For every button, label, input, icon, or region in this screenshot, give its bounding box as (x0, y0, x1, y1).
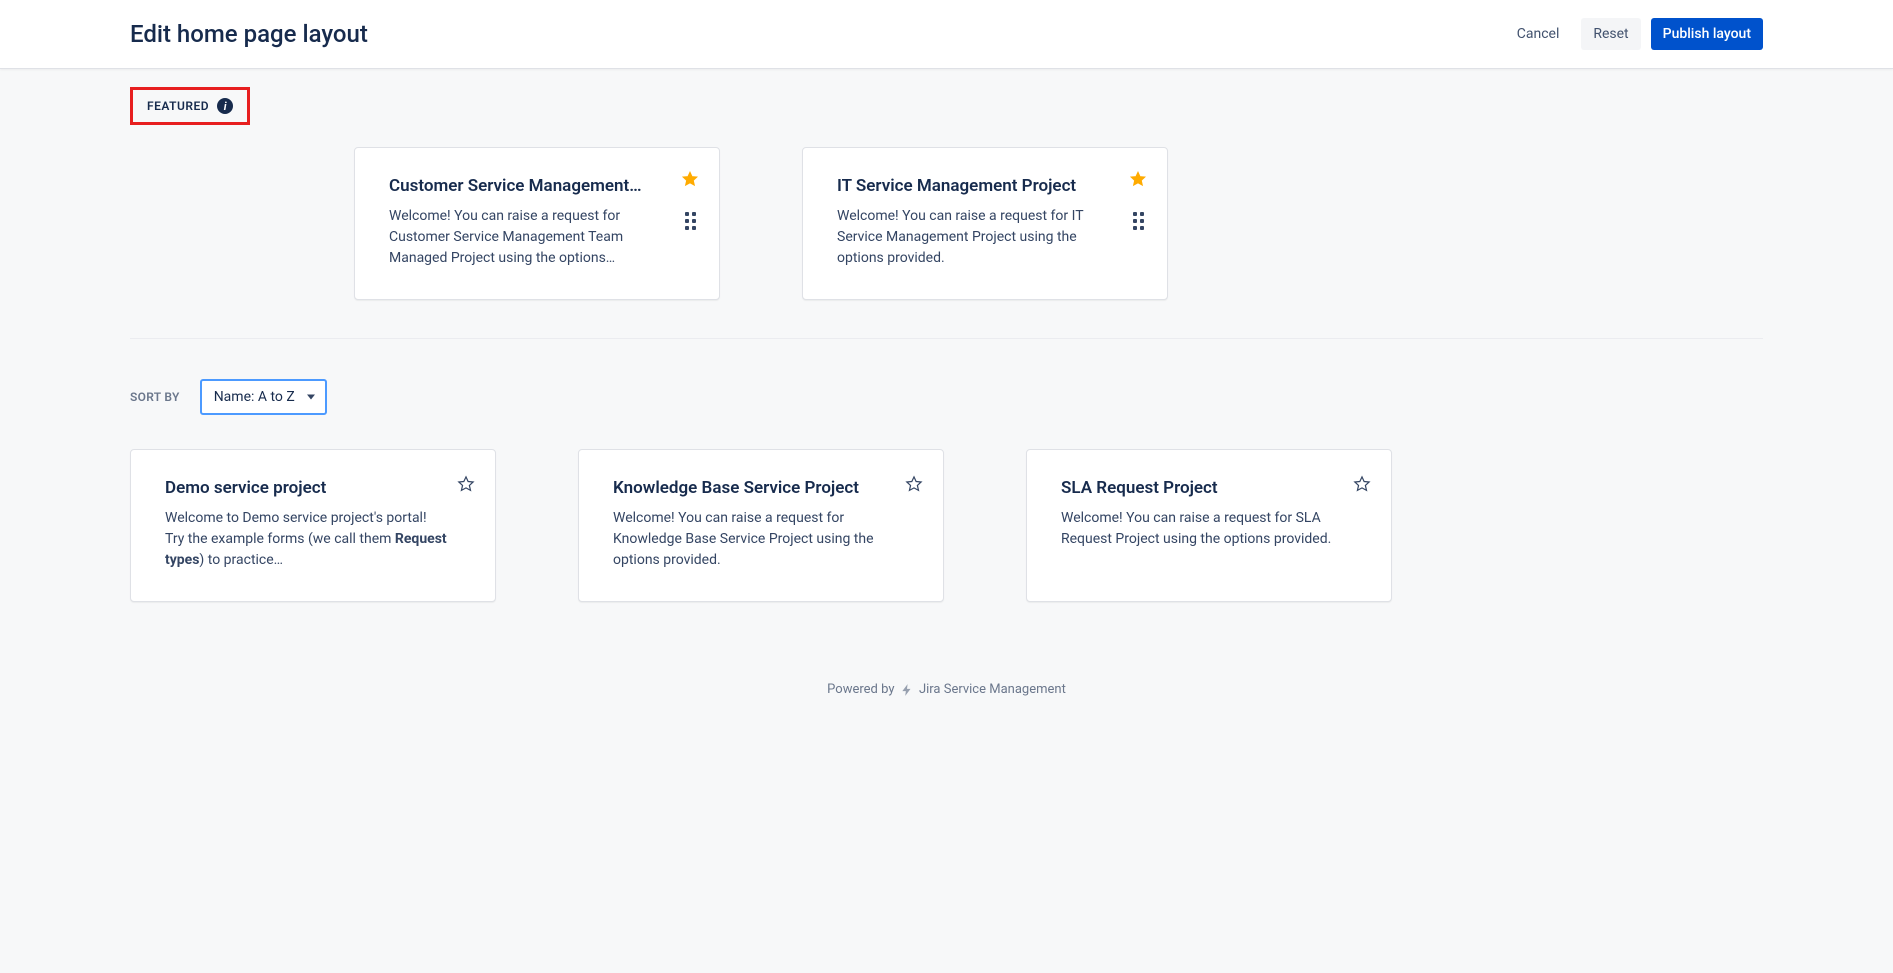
star-icon[interactable] (1353, 475, 1371, 493)
project-card-demo-service[interactable]: Demo service project Welcome to Demo ser… (130, 449, 496, 602)
card-title: SLA Request Project (1061, 478, 1343, 498)
card-description: Welcome to Demo service project's portal… (165, 508, 447, 571)
featured-cards-row: Customer Service Management… Welcome! Yo… (130, 147, 1763, 300)
star-icon[interactable] (1129, 170, 1147, 188)
card-title: Demo service project (165, 478, 447, 498)
featured-card-customer-service[interactable]: Customer Service Management… Welcome! Yo… (354, 147, 720, 300)
sort-by-label: SORT BY (130, 390, 180, 404)
jira-lightning-icon (900, 683, 914, 697)
topbar: Edit home page layout Cancel Reset Publi… (0, 0, 1893, 69)
footer-product: Jira Service Management (919, 682, 1066, 697)
project-card-knowledge-base[interactable]: Knowledge Base Service Project Welcome! … (578, 449, 944, 602)
drag-handle-icon[interactable] (685, 212, 696, 230)
cancel-button[interactable]: Cancel (1505, 18, 1572, 50)
desc-text: Welcome to Demo service project's portal… (165, 510, 427, 547)
card-description: Welcome! You can raise a request for Kno… (613, 508, 895, 571)
card-description: Welcome! You can raise a request for Cus… (389, 206, 671, 269)
card-title: Knowledge Base Service Project (613, 478, 895, 498)
publish-layout-button[interactable]: Publish layout (1651, 18, 1763, 50)
reset-button[interactable]: Reset (1581, 18, 1640, 50)
footer-powered-by: Powered by (827, 682, 894, 697)
main-content: FEATURED i Customer Service Management… … (0, 69, 1893, 767)
chevron-down-icon (307, 395, 315, 400)
card-title: Customer Service Management… (389, 176, 671, 196)
star-icon[interactable] (681, 170, 699, 188)
star-icon[interactable] (905, 475, 923, 493)
project-card-sla-request[interactable]: SLA Request Project Welcome! You can rai… (1026, 449, 1392, 602)
card-description: Welcome! You can raise a request for SLA… (1061, 508, 1343, 550)
drag-handle-icon[interactable] (1133, 212, 1144, 230)
sort-row: SORT BY Name: A to Z (130, 379, 1763, 415)
footer: Powered by Jira Service Management (130, 602, 1763, 727)
section-divider (130, 338, 1763, 339)
project-grid: Demo service project Welcome to Demo ser… (130, 449, 1763, 602)
page-title: Edit home page layout (130, 20, 368, 48)
featured-label: FEATURED (147, 99, 209, 113)
card-title: IT Service Management Project (837, 176, 1119, 196)
topbar-actions: Cancel Reset Publish layout (1505, 18, 1763, 50)
desc-text: ) to practice… (199, 552, 283, 568)
info-icon[interactable]: i (217, 98, 233, 114)
star-icon[interactable] (457, 475, 475, 493)
featured-card-it-service[interactable]: IT Service Management Project Welcome! Y… (802, 147, 1168, 300)
card-description: Welcome! You can raise a request for IT … (837, 206, 1119, 269)
sort-select[interactable]: Name: A to Z (200, 379, 327, 415)
sort-select-value: Name: A to Z (214, 389, 295, 405)
featured-section-header: FEATURED i (130, 87, 250, 125)
